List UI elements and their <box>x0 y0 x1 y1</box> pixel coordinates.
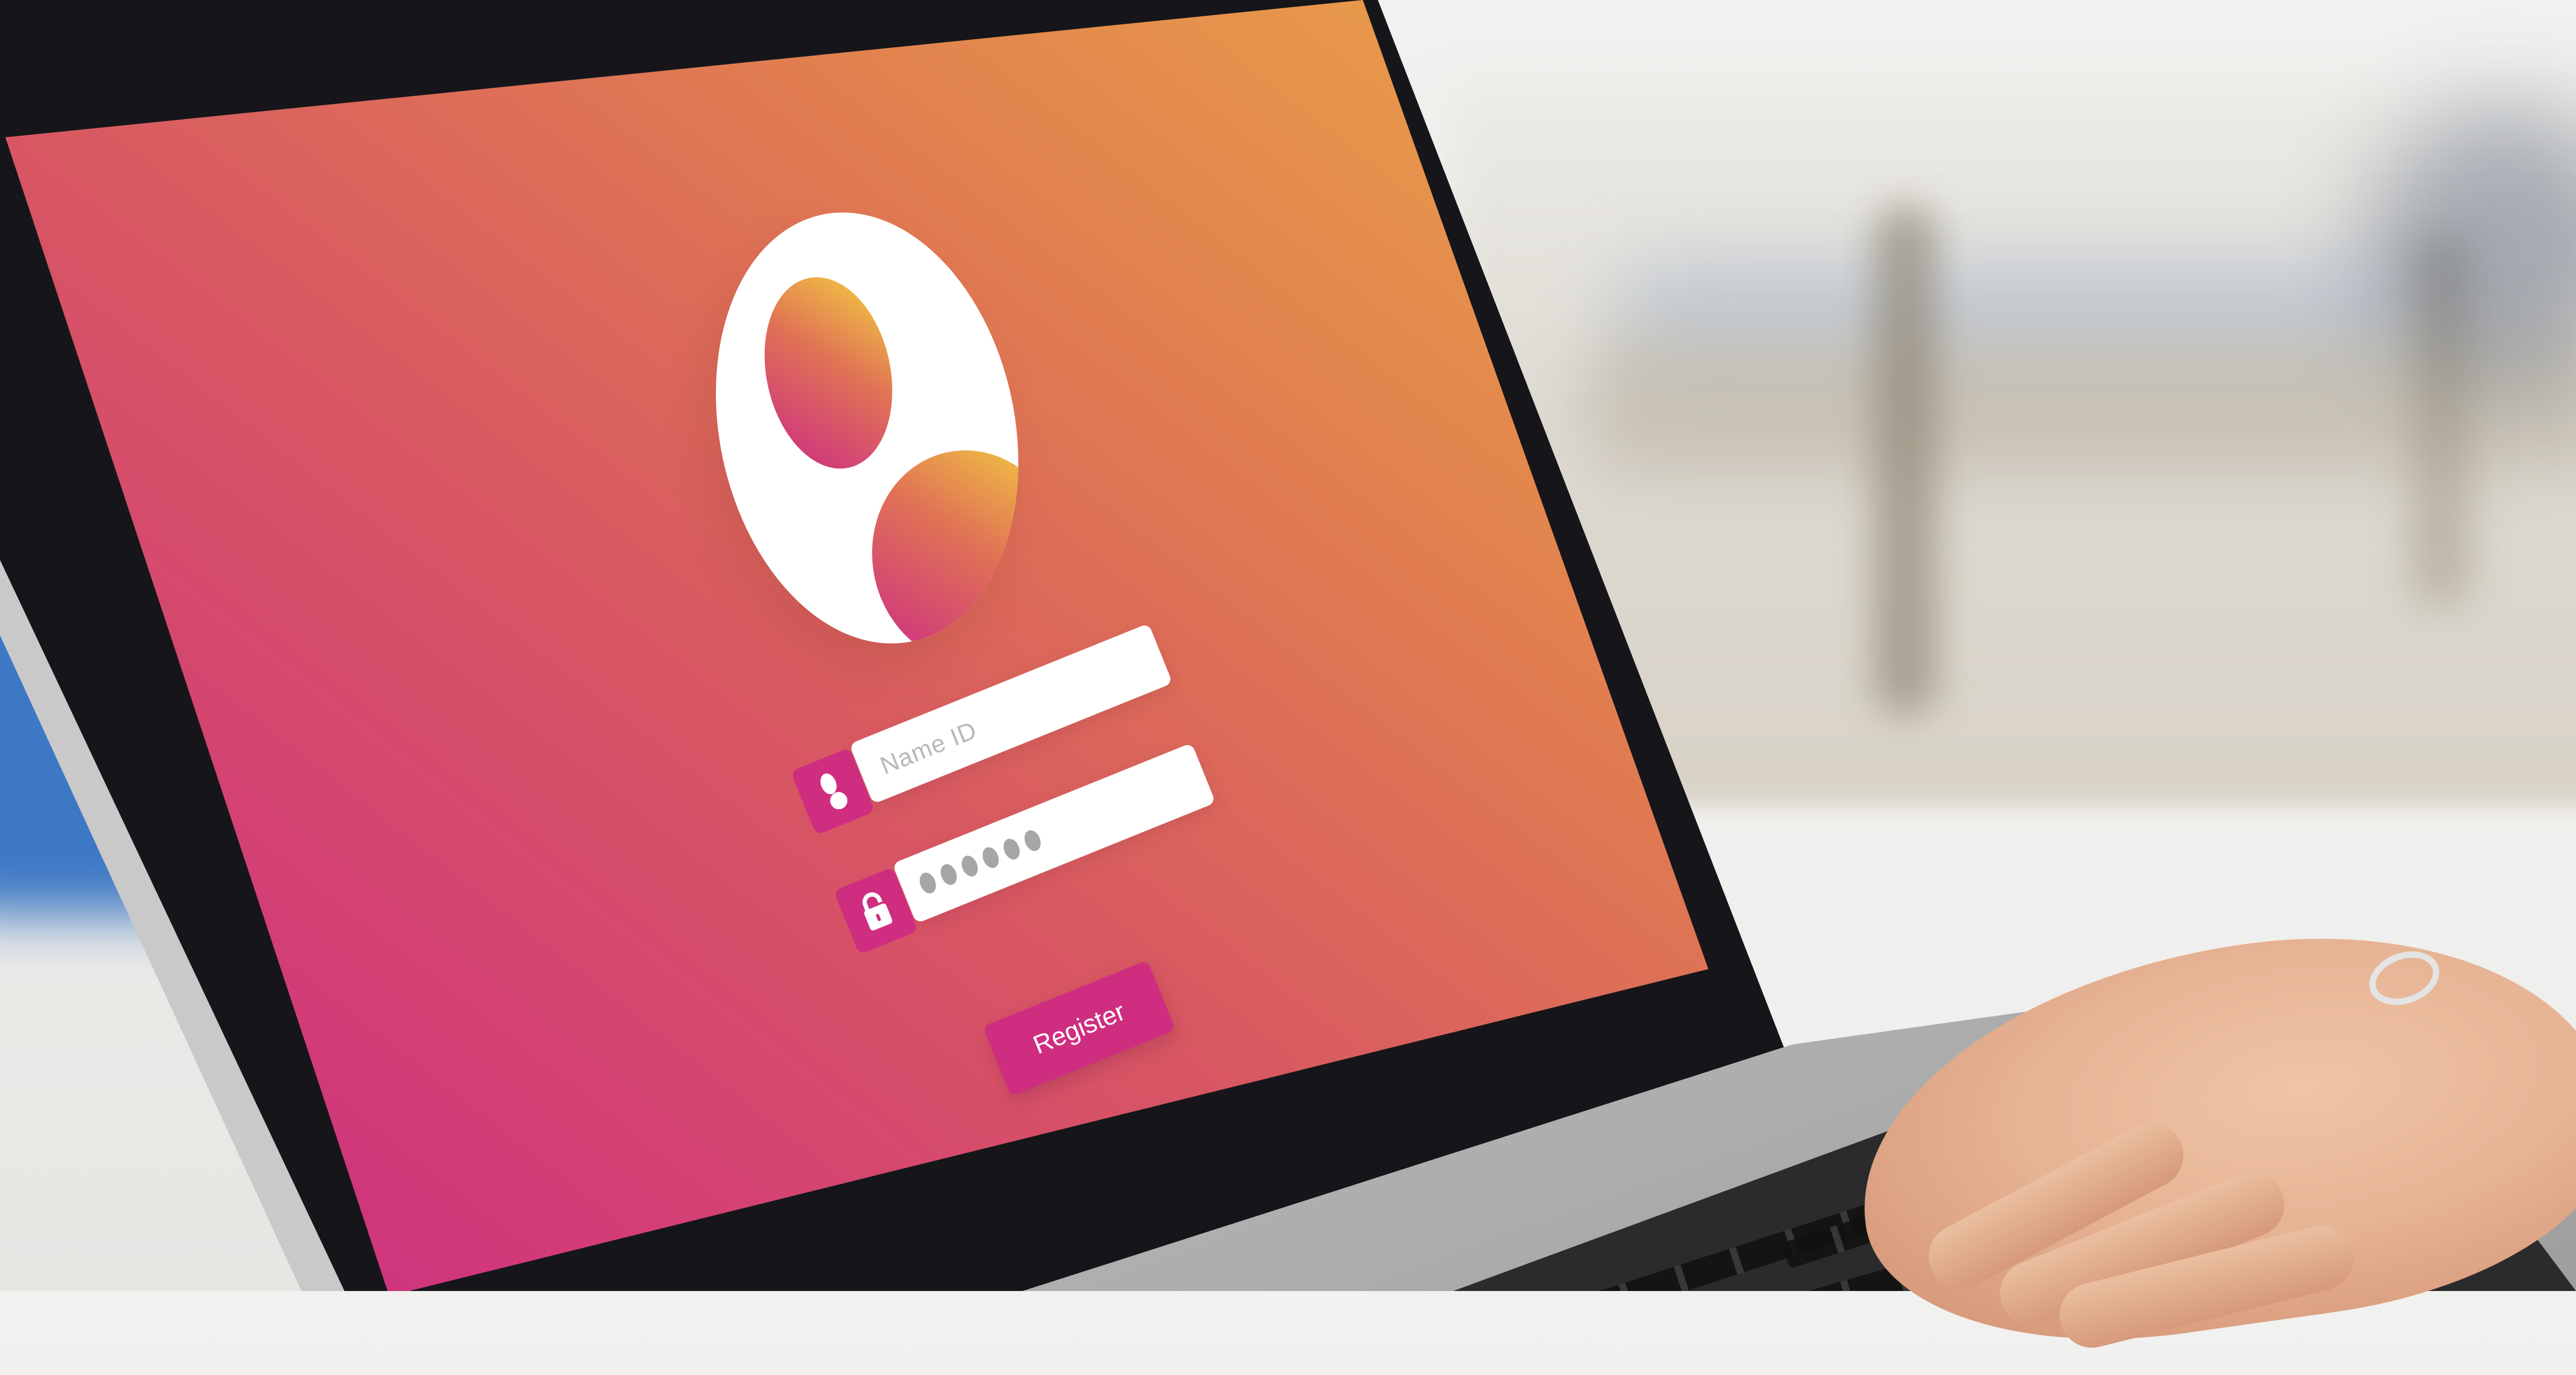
password-mask <box>917 827 1044 896</box>
blurred-handle <box>1873 205 1938 716</box>
user-icon <box>790 747 875 836</box>
register-button[interactable]: Register <box>982 960 1176 1097</box>
password-dot <box>980 845 1002 871</box>
password-dot <box>917 870 939 896</box>
password-dot <box>938 861 960 888</box>
password-dot <box>1001 836 1023 862</box>
lock-icon <box>833 867 918 955</box>
name-id-placeholder: Name ID <box>876 715 981 780</box>
avatar-body <box>852 432 1057 672</box>
password-dot <box>959 853 981 879</box>
user-avatar-icon <box>677 184 1057 672</box>
user-icon-glyph <box>820 773 848 810</box>
avatar-head <box>748 265 910 481</box>
lock-icon-glyph <box>862 892 892 931</box>
password-dot <box>1021 827 1044 854</box>
